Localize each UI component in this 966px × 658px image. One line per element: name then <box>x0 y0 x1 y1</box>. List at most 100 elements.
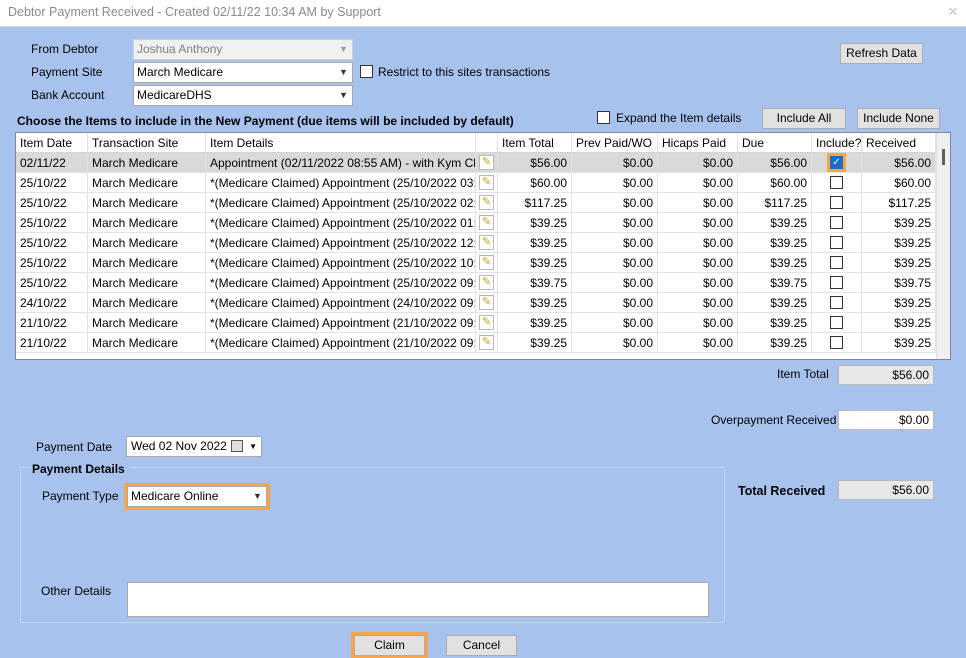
edit-pencil-icon[interactable]: ✎ <box>479 255 494 270</box>
expand-details-label: Expand the Item details <box>616 111 742 125</box>
include-checkbox[interactable] <box>830 216 843 229</box>
chevron-down-icon[interactable]: ▼ <box>249 437 257 456</box>
cell-item-details: *(Medicare Claimed) Appointment (25/10/2… <box>206 193 476 213</box>
cell-edit: ✎ <box>476 173 498 193</box>
calendar-icon[interactable] <box>231 440 243 452</box>
cell-transaction-site: March Medicare <box>88 253 206 273</box>
column-header-hicaps-paid[interactable]: Hicaps Paid <box>658 133 738 153</box>
refresh-data-button[interactable]: Refresh Data <box>840 43 923 64</box>
column-header-item-date[interactable]: Item Date <box>16 133 88 153</box>
table-row[interactable]: 25/10/22 March Medicare *(Medicare Claimed… <box>16 253 936 273</box>
edit-pencil-icon[interactable]: ✎ <box>479 215 494 230</box>
cell-item-date: 21/10/22 <box>16 313 88 333</box>
include-checkbox[interactable] <box>830 196 843 209</box>
column-header-transaction-site[interactable]: Transaction Site <box>88 133 206 153</box>
column-header-prev-paid[interactable]: Prev Paid/WO <box>572 133 658 153</box>
cell-edit: ✎ <box>476 253 498 273</box>
edit-pencil-icon[interactable]: ✎ <box>479 195 494 210</box>
cell-edit: ✎ <box>476 273 498 293</box>
edit-pencil-icon[interactable]: ✎ <box>479 315 494 330</box>
include-checkbox[interactable] <box>830 296 843 309</box>
payment-type-select[interactable]: Medicare Online ▼ <box>124 483 270 510</box>
cell-received: $39.25 <box>862 213 936 233</box>
payment-type-label: Payment Type <box>42 489 119 503</box>
payment-date-picker[interactable]: Wed 02 Nov 2022 ▼ <box>126 436 262 457</box>
cell-received: $39.25 <box>862 333 936 353</box>
cell-item-details: *(Medicare Claimed) Appointment (21/10/2… <box>206 313 476 333</box>
cell-transaction-site: March Medicare <box>88 313 206 333</box>
payment-site-select[interactable]: March Medicare ▼ <box>133 62 353 83</box>
cell-transaction-site: March Medicare <box>88 213 206 233</box>
include-checkbox[interactable] <box>830 336 843 349</box>
cell-item-details: Appointment (02/11/2022 08:55 AM) - with… <box>206 153 476 173</box>
include-checkbox[interactable] <box>830 256 843 269</box>
close-icon[interactable]: ✕ <box>946 4 960 20</box>
vertical-scrollbar[interactable] <box>936 133 950 359</box>
column-header-due[interactable]: Due <box>738 133 812 153</box>
edit-pencil-icon[interactable]: ✎ <box>479 335 494 350</box>
expand-details-checkbox[interactable] <box>597 111 610 124</box>
cell-transaction-site: March Medicare <box>88 233 206 253</box>
claim-button[interactable]: Claim <box>351 632 428 658</box>
cell-item-details: *(Medicare Claimed) Appointment (25/10/2… <box>206 233 476 253</box>
include-checkbox[interactable] <box>830 176 843 189</box>
table-row[interactable]: 25/10/22 March Medicare *(Medicare Claimed… <box>16 233 936 253</box>
overpayment-input[interactable]: $0.00 <box>838 410 934 430</box>
scrollbar-thumb[interactable] <box>942 149 945 165</box>
cell-item-details: *(Medicare Claimed) Appointment (24/10/2… <box>206 293 476 313</box>
table-row[interactable]: 25/10/22 March Medicare *(Medicare Claimed… <box>16 213 936 233</box>
table-row[interactable]: 25/10/22 March Medicare *(Medicare Claimed… <box>16 193 936 213</box>
cell-edit: ✎ <box>476 153 498 173</box>
table-row[interactable]: 02/11/22 March Medicare Appointment (02/11… <box>16 153 936 173</box>
payment-details-heading: Payment Details <box>32 462 129 476</box>
cell-prev-paid: $0.00 <box>572 253 658 273</box>
include-checkbox[interactable]: ✓ <box>827 153 846 172</box>
cell-item-total: $117.25 <box>498 193 572 213</box>
table-row[interactable]: 24/10/22 March Medicare *(Medicare Claimed… <box>16 293 936 313</box>
cell-hicaps-paid: $0.00 <box>658 253 738 273</box>
chevron-down-icon: ▼ <box>339 44 348 54</box>
edit-pencil-icon[interactable]: ✎ <box>479 275 494 290</box>
other-details-textarea[interactable] <box>127 582 709 617</box>
cell-received: $117.25 <box>862 193 936 213</box>
cell-prev-paid: $0.00 <box>572 293 658 313</box>
cell-received: $39.75 <box>862 273 936 293</box>
bank-account-select[interactable]: MedicareDHS ▼ <box>133 85 353 106</box>
edit-pencil-icon[interactable]: ✎ <box>479 295 494 310</box>
cell-edit: ✎ <box>476 213 498 233</box>
table-row[interactable]: 25/10/22 March Medicare *(Medicare Claimed… <box>16 173 936 193</box>
items-grid[interactable]: Item Date Transaction Site Item Details … <box>15 132 951 360</box>
table-row[interactable]: 25/10/22 March Medicare *(Medicare Claimed… <box>16 273 936 293</box>
cell-item-total: $39.25 <box>498 333 572 353</box>
include-checkbox[interactable] <box>830 316 843 329</box>
column-header-received[interactable]: Received <box>862 133 936 153</box>
edit-pencil-icon[interactable]: ✎ <box>479 155 494 170</box>
column-header-include[interactable]: Include? <box>812 133 862 153</box>
include-all-button[interactable]: Include All <box>762 108 846 129</box>
table-row[interactable]: 21/10/22 March Medicare *(Medicare Claimed… <box>16 313 936 333</box>
include-none-button[interactable]: Include None <box>857 108 940 129</box>
cell-item-details: *(Medicare Claimed) Appointment (25/10/2… <box>206 273 476 293</box>
cell-transaction-site: March Medicare <box>88 153 206 173</box>
edit-pencil-icon[interactable]: ✎ <box>479 235 494 250</box>
column-header-item-total[interactable]: Item Total <box>498 133 572 153</box>
include-checkbox[interactable] <box>830 236 843 249</box>
cell-hicaps-paid: $0.00 <box>658 273 738 293</box>
cell-item-date: 25/10/22 <box>16 233 88 253</box>
cell-due: $39.25 <box>738 313 812 333</box>
cell-item-total: $39.25 <box>498 293 572 313</box>
cell-item-date: 02/11/22 <box>16 153 88 173</box>
edit-pencil-icon[interactable]: ✎ <box>479 175 494 190</box>
cell-prev-paid: $0.00 <box>572 173 658 193</box>
cell-prev-paid: $0.00 <box>572 193 658 213</box>
table-row[interactable]: 21/10/22 March Medicare *(Medicare Claimed… <box>16 333 936 353</box>
bank-account-value: MedicareDHS <box>137 88 212 102</box>
cell-hicaps-paid: $0.00 <box>658 213 738 233</box>
cell-hicaps-paid: $0.00 <box>658 193 738 213</box>
include-checkbox[interactable] <box>830 276 843 289</box>
cell-item-details: *(Medicare Claimed) Appointment (25/10/2… <box>206 213 476 233</box>
restrict-sites-checkbox[interactable] <box>360 65 373 78</box>
column-header-item-details[interactable]: Item Details <box>206 133 476 153</box>
cancel-button[interactable]: Cancel <box>446 635 517 656</box>
cell-edit: ✎ <box>476 193 498 213</box>
